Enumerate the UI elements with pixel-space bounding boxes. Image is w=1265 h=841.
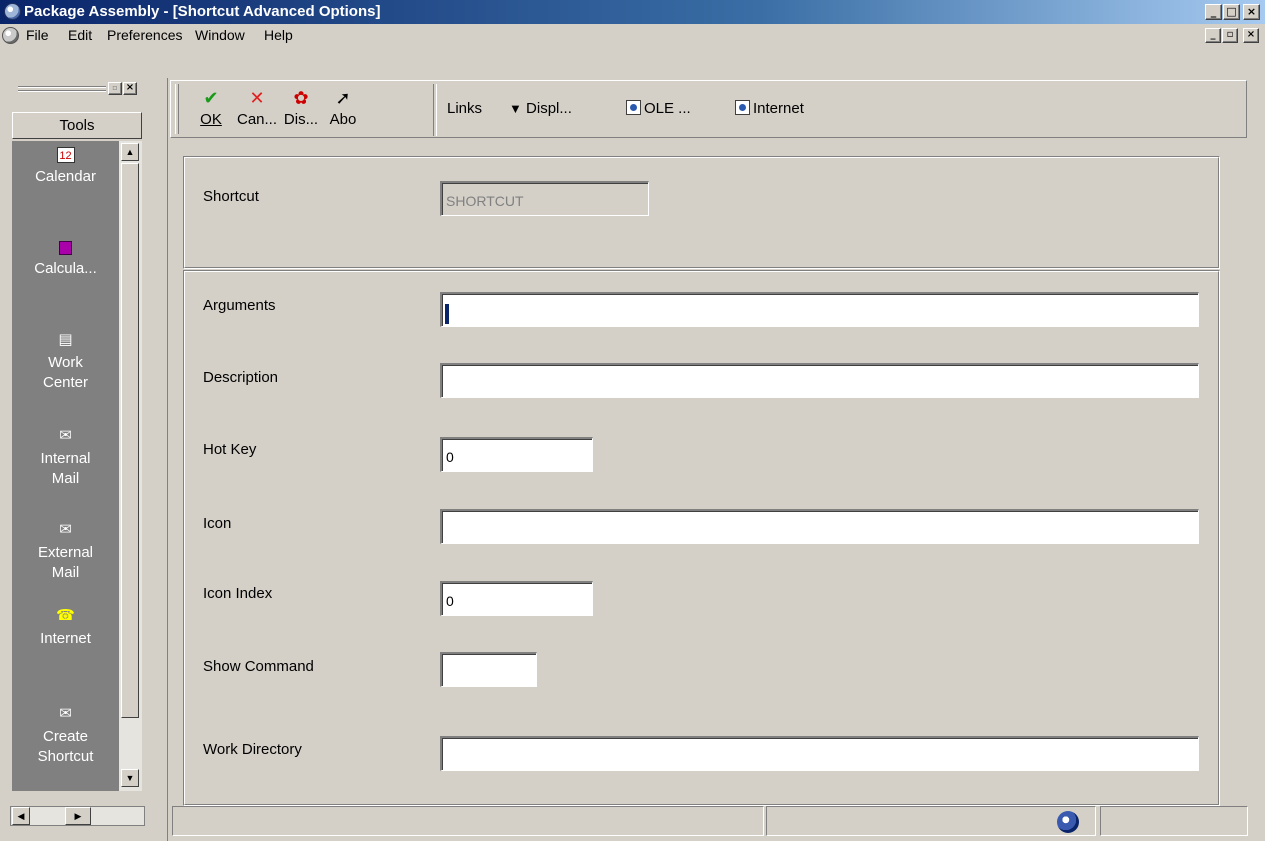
tools-grip-2 (18, 90, 106, 92)
dropdown-arrow-icon: ▼ (509, 101, 522, 116)
tools-horizontal-scrollbar[interactable]: ◀ ▶ (10, 806, 145, 826)
work-directory-field[interactable] (440, 736, 1199, 771)
tool-label: Internet (40, 630, 91, 647)
show-command-field[interactable] (440, 652, 537, 687)
cancel-label: Can... (237, 111, 278, 128)
minimize-button[interactable]: _ (1205, 4, 1222, 20)
tool-create-shortcut[interactable]: ✉ Create Shortcut (12, 705, 119, 767)
cancel-button[interactable]: ✕ Can... (237, 87, 277, 131)
status-cell-middle (766, 806, 1096, 836)
child-minimize-button[interactable]: _ (1205, 28, 1221, 43)
tool-calculator[interactable]: Calcula... (12, 241, 119, 279)
calendar-icon: 12 (56, 147, 75, 163)
icon-label: Icon (203, 515, 232, 532)
scroll-down-button[interactable]: ▼ (121, 769, 139, 787)
menu-window[interactable]: Window (195, 27, 245, 43)
close-button[interactable]: × (1243, 4, 1260, 20)
arguments-label: Arguments (203, 297, 276, 314)
about-button[interactable]: ➚ Abo (323, 87, 363, 131)
calculator-icon (59, 241, 72, 255)
display-button[interactable]: ✿ Dis... (281, 87, 321, 131)
ole-icon (626, 100, 641, 115)
internet-icon (735, 100, 750, 115)
external-mail-icon: ✉ (59, 521, 72, 538)
icon-index-field[interactable]: 0 (440, 581, 593, 616)
title-bar[interactable]: Package Assembly - [Shortcut Advanced Op… (0, 0, 1265, 24)
tools-collapse-button[interactable]: ▫ (108, 82, 122, 95)
icon-field[interactable] (440, 509, 1199, 544)
scroll-up-button[interactable]: ▲ (121, 143, 139, 161)
window-title: Package Assembly - [Shortcut Advanced Op… (24, 3, 381, 20)
tool-label: Calendar (35, 168, 96, 185)
display-menu[interactable]: ▼ Displ... (509, 100, 572, 117)
app-globe-icon (4, 3, 21, 20)
cancel-x-icon: ✕ (249, 88, 265, 108)
tool-label: External Mail (37, 544, 94, 581)
network-globe-icon (1057, 811, 1079, 833)
display-label: Dis... (283, 111, 319, 128)
telephone-icon: ☎ (56, 607, 75, 624)
display-menu-label: Displ... (526, 100, 572, 117)
menu-preferences[interactable]: Preferences (107, 27, 182, 43)
tool-internet[interactable]: ☎ Internet (12, 607, 119, 649)
description-field[interactable] (440, 363, 1199, 398)
tool-calendar[interactable]: 12 Calendar (12, 147, 119, 187)
icon-index-label: Icon Index (203, 585, 273, 602)
links-menu[interactable]: Links (447, 100, 482, 117)
arguments-field[interactable] (440, 292, 1199, 327)
help-pointer-icon: ➚ (335, 88, 351, 108)
shortcut-field: SHORTCUT (440, 181, 649, 216)
create-shortcut-icon: ✉ (59, 705, 72, 722)
ole-label: OLE ... (644, 100, 691, 117)
tools-close-button[interactable]: × (123, 82, 137, 95)
header-panel (183, 156, 1220, 269)
menu-file[interactable]: File (26, 27, 49, 43)
work-center-icon: ▤ (58, 331, 73, 348)
menu-bar: File Edit Preferences Window Help _ ▫ × (0, 24, 1265, 48)
toolbar: ✔ OK ✕ Can... ✿ Dis... ➚ Abo Links ▼ Dis… (170, 80, 1247, 138)
tools-list: 12 Calendar Calcula... ▤ Work Center ✉ I… (12, 141, 119, 791)
tools-header-button[interactable]: Tools (12, 112, 142, 139)
menu-edit[interactable]: Edit (68, 27, 92, 43)
status-bar (170, 806, 1265, 841)
tools-grip[interactable] (18, 86, 106, 88)
tool-work-center[interactable]: ▤ Work Center (12, 331, 119, 393)
scroll-right-button[interactable]: ▶ (65, 807, 91, 825)
hot-key-label: Hot Key (203, 441, 257, 458)
tool-label: Internal Mail (40, 450, 91, 487)
child-close-button[interactable]: × (1243, 28, 1259, 43)
document-globe-icon[interactable] (2, 27, 19, 44)
hot-key-field[interactable]: 0 (440, 437, 593, 472)
tools-vertical-scrollbar[interactable]: ▲ ▼ (119, 141, 142, 791)
status-cell-main (172, 806, 764, 836)
tool-label: Create Shortcut (37, 728, 94, 765)
links-label: Links (447, 100, 483, 117)
scroll-left-button[interactable]: ◀ (12, 807, 30, 825)
tool-label: Calcula... (34, 260, 97, 277)
checkmark-icon: ✔ (203, 88, 219, 108)
status-cell-right (1100, 806, 1248, 836)
description-label: Description (203, 369, 279, 386)
tool-internal-mail[interactable]: ✉ Internal Mail (12, 427, 119, 489)
toolbar-grip[interactable] (175, 84, 179, 134)
show-command-label: Show Command (203, 658, 314, 675)
about-label: Abo (329, 111, 357, 128)
tool-external-mail[interactable]: ✉ External Mail (12, 521, 119, 583)
toolbar-separator (433, 84, 437, 136)
menu-help[interactable]: Help (264, 27, 293, 43)
text-caret (445, 304, 449, 324)
shortcut-label: Shortcut (203, 188, 259, 205)
display-icon: ✿ (293, 88, 309, 108)
ok-label: OK (200, 111, 222, 128)
scroll-thumb[interactable] (121, 163, 139, 718)
child-restore-button[interactable]: ▫ (1222, 28, 1238, 43)
work-directory-label: Work Directory (203, 741, 302, 758)
tool-label: Work Center (42, 354, 89, 391)
ok-button[interactable]: ✔ OK (191, 87, 231, 131)
internet-link[interactable]: Internet (735, 100, 804, 117)
ole-link[interactable]: OLE ... (626, 100, 691, 117)
maximize-button[interactable]: □ (1223, 4, 1240, 20)
internet-label: Internet (753, 100, 804, 117)
internal-mail-icon: ✉ (59, 427, 72, 444)
